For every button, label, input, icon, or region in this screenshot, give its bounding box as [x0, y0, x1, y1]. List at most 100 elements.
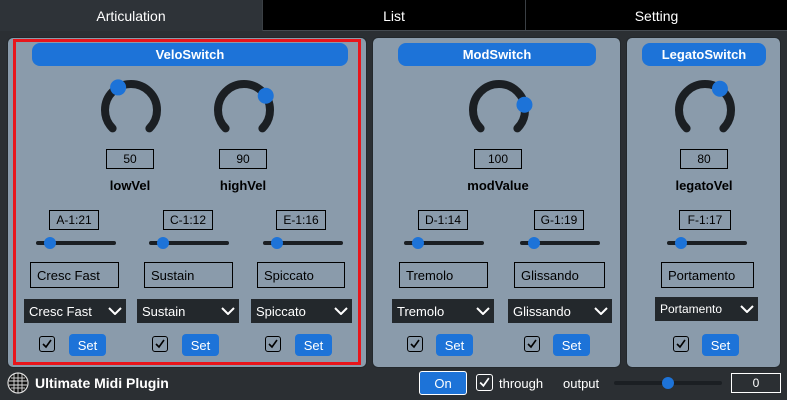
slot-select-g-value: Glissando: [513, 303, 571, 319]
slot-set-button-d[interactable]: Set: [436, 334, 473, 356]
slider-thumb[interactable]: [528, 237, 541, 249]
slot-select-a[interactable]: Cresc Fast: [24, 299, 126, 323]
through-checkbox[interactable]: [476, 374, 493, 391]
slot-check-d[interactable]: [407, 336, 423, 352]
legatovel-value[interactable]: 80: [680, 149, 728, 169]
knob-graphic: [675, 80, 735, 133]
slot-select-d[interactable]: Tremolo: [392, 299, 494, 323]
slot-slider-f[interactable]: [667, 237, 747, 249]
slot-set-button-a[interactable]: Set: [69, 334, 106, 356]
slot-slider-c[interactable]: [149, 237, 229, 249]
output-value[interactable]: 0: [731, 373, 781, 393]
on-button[interactable]: On: [419, 371, 467, 395]
modvalue-knob[interactable]: [463, 74, 535, 146]
modswitch-title[interactable]: ModSwitch: [398, 43, 596, 66]
slot-select-f[interactable]: Portamento: [655, 297, 758, 321]
highvel-knob[interactable]: [208, 74, 280, 146]
app-name: Ultimate Midi Plugin: [35, 375, 169, 391]
chevron-down-icon: [736, 297, 758, 321]
slot-set-button-f[interactable]: Set: [702, 334, 739, 356]
slot-set-button-e[interactable]: Set: [295, 334, 332, 356]
checkmark-icon: [268, 339, 278, 349]
slider-thumb[interactable]: [662, 377, 674, 389]
output-label: output: [563, 376, 600, 391]
tab-divider: [263, 30, 787, 31]
tab-bar: Articulation List Setting: [0, 0, 787, 31]
slot-slider-a[interactable]: [36, 237, 116, 249]
chevron-down-icon: [590, 299, 612, 323]
slot-key-g: G-1:19: [534, 210, 584, 230]
footer-bar: Ultimate Midi Plugin On through output 0: [0, 368, 787, 400]
knob-graphic: [469, 80, 533, 133]
highvel-value[interactable]: 90: [219, 149, 267, 169]
lowvel-knob[interactable]: [95, 74, 167, 146]
slot-set-button-g[interactable]: Set: [553, 334, 590, 356]
knob-indicator[interactable]: [516, 96, 533, 113]
modvalue-label: modValue: [467, 178, 529, 193]
veloswitch-panel: VeloSwitch 50 lowVel 90 highVel A-1:21 C…: [7, 37, 367, 368]
slider-thumb[interactable]: [157, 237, 170, 249]
slot-slider-d[interactable]: [404, 237, 484, 249]
slot-key-e: E-1:16: [276, 210, 326, 230]
checkmark-icon: [410, 339, 420, 349]
slider-thumb[interactable]: [675, 237, 688, 249]
slot-select-a-value: Cresc Fast: [29, 303, 92, 319]
slot-select-e-value: Spiccato: [256, 303, 306, 319]
chevron-down-icon: [472, 299, 494, 323]
slot-select-g[interactable]: Glissando: [508, 299, 612, 323]
slot-text-c[interactable]: Sustain: [144, 262, 233, 288]
slot-text-f[interactable]: Portamento: [661, 262, 754, 288]
slot-check-e[interactable]: [265, 336, 281, 352]
slider-thumb[interactable]: [271, 237, 284, 249]
legatovel-label: legatoVel: [675, 178, 733, 193]
highvel-label: highVel: [219, 178, 267, 193]
slot-key-f: F-1:17: [679, 210, 731, 230]
veloswitch-title[interactable]: VeloSwitch: [32, 43, 348, 66]
slot-text-e[interactable]: Spiccato: [257, 262, 345, 288]
checkmark-icon: [527, 339, 537, 349]
slot-slider-g[interactable]: [520, 237, 600, 249]
slot-check-f[interactable]: [673, 336, 689, 352]
slider-thumb[interactable]: [44, 237, 57, 249]
slot-select-e[interactable]: Spiccato: [251, 299, 352, 323]
knob-graphic: [214, 80, 274, 133]
slot-select-f-value: Portamento: [660, 302, 723, 316]
slot-check-g[interactable]: [524, 336, 540, 352]
output-slider[interactable]: [614, 377, 722, 389]
checkmark-icon: [155, 339, 165, 349]
tab-articulation[interactable]: Articulation: [0, 0, 263, 31]
slot-select-c-value: Sustain: [142, 303, 186, 319]
tab-setting[interactable]: Setting: [526, 0, 787, 31]
slot-text-d[interactable]: Tremolo: [399, 262, 488, 288]
slot-check-c[interactable]: [152, 336, 168, 352]
slot-slider-e[interactable]: [263, 237, 343, 249]
slot-select-c[interactable]: Sustain: [137, 299, 239, 323]
slot-key-a: A-1:21: [49, 210, 99, 230]
slot-text-g[interactable]: Glissando: [514, 262, 605, 288]
lowvel-label: lowVel: [109, 178, 151, 193]
modvalue-value[interactable]: 100: [474, 149, 522, 169]
slot-text-a[interactable]: Cresc Fast: [30, 262, 119, 288]
globe-grid-icon: [7, 372, 29, 394]
legatoswitch-title[interactable]: LegatoSwitch: [642, 43, 766, 66]
slot-select-d-value: Tremolo: [397, 303, 445, 319]
slot-key-c: C-1:12: [163, 210, 213, 230]
knob-indicator[interactable]: [257, 87, 274, 104]
slot-set-button-c[interactable]: Set: [182, 334, 219, 356]
modswitch-panel: ModSwitch 100 modValue D-1:14 Tremolo Tr…: [372, 37, 621, 368]
checkmark-icon: [479, 377, 490, 388]
checkmark-icon: [676, 339, 686, 349]
through-label: through: [499, 376, 544, 391]
slot-check-a[interactable]: [39, 336, 55, 352]
legatoswitch-panel: LegatoSwitch 80 legatoVel F-1:17 Portame…: [626, 37, 781, 368]
knob-indicator[interactable]: [110, 79, 127, 96]
slider-thumb[interactable]: [412, 237, 425, 249]
chevron-down-icon: [104, 299, 126, 323]
knob-indicator[interactable]: [711, 80, 728, 97]
legatovel-knob[interactable]: [669, 74, 741, 146]
chevron-down-icon: [330, 299, 352, 323]
slot-key-d: D-1:14: [418, 210, 468, 230]
lowvel-value[interactable]: 50: [106, 149, 154, 169]
tab-list[interactable]: List: [263, 0, 526, 31]
knob-graphic: [101, 79, 161, 133]
